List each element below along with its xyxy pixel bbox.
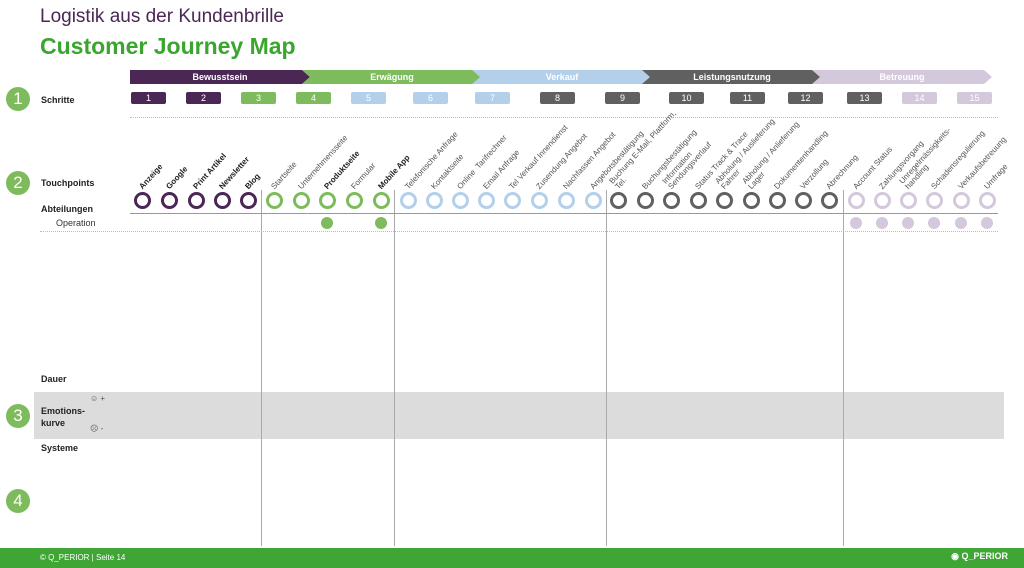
group-separator <box>606 190 607 546</box>
section-badge-3: 3 <box>6 404 30 428</box>
group-separator <box>261 190 262 546</box>
touchpoint-ring <box>478 192 495 209</box>
touchpoint-ring <box>663 192 680 209</box>
section-badge-4: 4 <box>6 489 30 513</box>
divider <box>130 117 998 118</box>
step-8: 8 <box>540 92 575 104</box>
department-label: Operation <box>56 218 96 228</box>
footer-logo: ◉ Q_PERIOR <box>951 551 1008 562</box>
department-dot <box>876 217 888 229</box>
logo-text: Q_PERIOR <box>961 551 1008 561</box>
department-dot <box>902 217 914 229</box>
touchpoint-ring <box>558 192 575 209</box>
touchpoint-ring <box>900 192 917 209</box>
touchpoint-ring <box>531 192 548 209</box>
section-badge-2: 2 <box>6 171 30 195</box>
touchpoint-ring <box>926 192 943 209</box>
touchpoint-ring <box>240 192 257 209</box>
touchpoint-baseline <box>130 213 998 214</box>
touchpoint-label: Anzeige <box>137 162 165 191</box>
step-6: 6 <box>413 92 448 104</box>
phase-3: Leistungsnutzung <box>642 70 822 84</box>
page-title: Customer Journey Map <box>40 33 296 59</box>
label-systeme: Systeme <box>41 443 79 453</box>
touchpoint-ring <box>874 192 891 209</box>
touchpoint-label: Google <box>164 164 190 191</box>
step-15: 15 <box>957 92 992 104</box>
department-dot <box>955 217 967 229</box>
phase-1: Erwägung <box>302 70 482 84</box>
touchpoint-ring <box>452 192 469 209</box>
touchpoint-label: Blog <box>243 171 262 191</box>
group-separator <box>394 190 395 546</box>
touchpoint-ring <box>319 192 336 209</box>
label-abteilungen: Abteilungen <box>41 204 93 214</box>
touchpoint-ring <box>743 192 760 209</box>
touchpoint-ring <box>637 192 654 209</box>
label-touchpoints: Touchpoints <box>41 178 95 188</box>
emotion-minus-icon: ☹ - <box>90 424 104 433</box>
touchpoint-ring <box>346 192 363 209</box>
step-10: 10 <box>669 92 704 104</box>
group-separator <box>843 190 844 546</box>
step-2: 2 <box>186 92 221 104</box>
touchpoint-ring <box>400 192 417 209</box>
touchpoint-ring <box>426 192 443 209</box>
phase-0: Bewusstsein <box>130 70 310 84</box>
step-13: 13 <box>847 92 882 104</box>
phase-4: Betreuung <box>812 70 992 84</box>
touchpoint-ring <box>795 192 812 209</box>
touchpoint-ring <box>716 192 733 209</box>
touchpoint-ring <box>161 192 178 209</box>
phase-2: Verkauf <box>472 70 652 84</box>
touchpoint-ring <box>769 192 786 209</box>
step-1: 1 <box>131 92 166 104</box>
department-dot <box>850 217 862 229</box>
label-emotion: Emotions- kurve <box>41 406 85 428</box>
step-7: 7 <box>475 92 510 104</box>
touchpoint-ring <box>266 192 283 209</box>
department-dot <box>321 217 333 229</box>
touchpoint-label: Startseite <box>269 159 299 191</box>
touchpoint-ring <box>504 192 521 209</box>
emotion-curve <box>0 0 1024 568</box>
touchpoint-ring <box>373 192 390 209</box>
step-11: 11 <box>730 92 765 104</box>
touchpoint-ring <box>214 192 231 209</box>
logo-icon: ◉ <box>951 551 962 561</box>
emotion-band <box>34 392 1004 439</box>
footer-copyright: © Q_PERIOR | Seite 14 <box>40 553 126 562</box>
department-dot <box>928 217 940 229</box>
touchpoint-ring <box>188 192 205 209</box>
touchpoint-ring <box>979 192 996 209</box>
step-3: 3 <box>241 92 276 104</box>
touchpoint-ring <box>585 192 602 209</box>
emotion-plus-icon: ☺ + <box>90 394 106 403</box>
touchpoint-ring <box>953 192 970 209</box>
touchpoint-ring <box>848 192 865 209</box>
page-subtitle: Logistik aus der Kundenbrille <box>40 6 284 27</box>
section-badge-1: 1 <box>6 87 30 111</box>
touchpoint-ring <box>610 192 627 209</box>
step-12: 12 <box>788 92 823 104</box>
step-9: 9 <box>605 92 640 104</box>
step-5: 5 <box>351 92 386 104</box>
touchpoint-ring <box>690 192 707 209</box>
touchpoint-label: Formular <box>349 161 378 191</box>
label-schritte: Schritte <box>41 95 75 105</box>
step-14: 14 <box>902 92 937 104</box>
touchpoint-ring <box>293 192 310 209</box>
touchpoint-ring <box>821 192 838 209</box>
department-dot <box>981 217 993 229</box>
row-divider <box>40 231 998 232</box>
department-dot <box>375 217 387 229</box>
touchpoint-label: Umfrage <box>982 162 1010 191</box>
step-4: 4 <box>296 92 331 104</box>
label-dauer: Dauer <box>41 374 67 384</box>
footer: © Q_PERIOR | Seite 14 ◉ Q_PERIOR <box>0 548 1024 568</box>
touchpoint-ring <box>134 192 151 209</box>
